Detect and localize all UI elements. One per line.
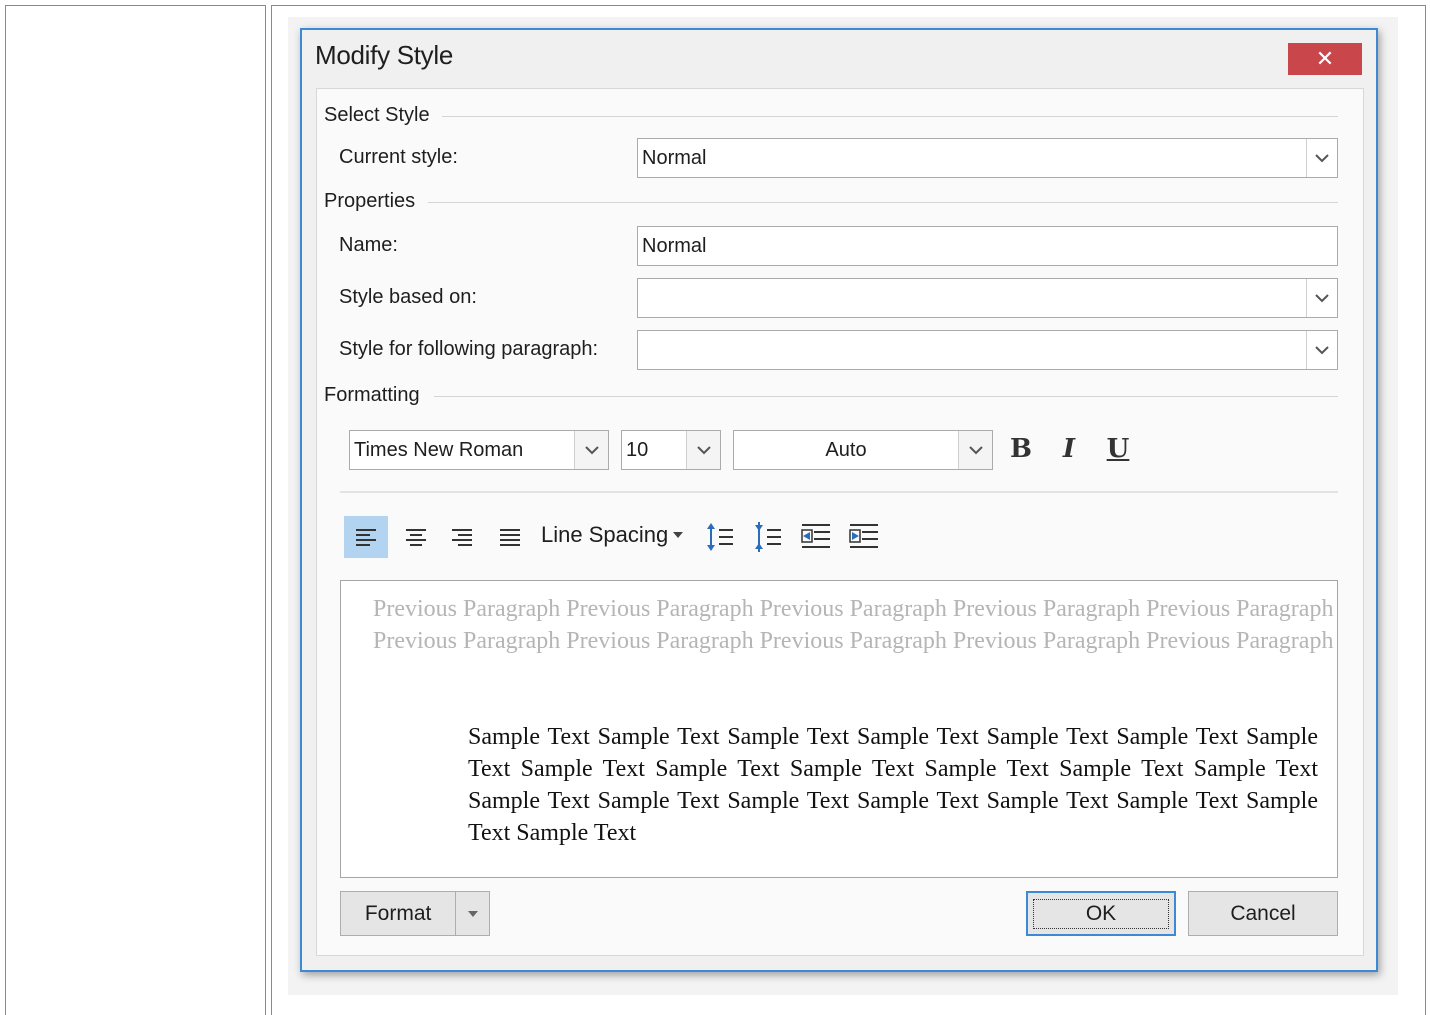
ok-button-label: OK [1032,898,1170,929]
based-on-label: Style based on: [339,286,477,308]
toolbar-separator [340,491,1338,493]
cancel-button-label: Cancel [1230,901,1296,925]
font-size-value: 10 [626,438,649,461]
caret-down-icon [673,532,684,538]
format-button[interactable]: Format [340,891,490,936]
underline-button[interactable]: U [1103,431,1133,467]
following-paragraph-label: Style for following paragraph: [339,338,599,360]
properties-group-label: Properties [324,190,416,212]
name-value: Normal [642,234,707,257]
align-right-button[interactable] [440,516,484,558]
align-center-icon [406,529,426,546]
font-size-combo[interactable]: 10 [621,430,721,470]
formatting-group-label: Formatting [324,384,420,406]
chevron-down-icon[interactable] [958,431,992,469]
chevron-down-icon[interactable] [1306,331,1337,369]
font-color-value: Auto [825,438,867,461]
decrease-paragraph-spacing-button[interactable] [746,516,790,558]
align-center-button[interactable] [394,516,438,558]
name-label: Name: [339,234,398,256]
font-color-combo[interactable]: Auto [733,430,993,470]
close-button[interactable]: ✕ [1288,43,1362,75]
following-paragraph-combo[interactable] [637,330,1338,370]
align-left-icon [356,529,376,546]
font-name-value: Times New Roman [354,438,524,461]
format-dropdown-arrow[interactable] [456,910,489,917]
sample-text-preview: Sample Text Sample Text Sample Text Samp… [468,724,1318,846]
properties-divider [428,202,1338,203]
increase-indent-icon [849,524,878,548]
justify-button[interactable] [488,516,532,558]
name-field[interactable]: Normal [637,226,1338,266]
left-panel [5,5,266,1015]
increase-paragraph-spacing-button[interactable] [698,516,742,558]
decrease-indent-button[interactable] [794,516,838,558]
dialog-title: Modify Style [315,40,454,70]
formatting-divider [434,396,1338,397]
decrease-spacing-icon [755,522,781,552]
select-style-divider [442,116,1338,117]
format-button-label: Format [341,892,457,935]
chevron-down-icon[interactable] [1306,279,1337,317]
align-right-icon [452,529,472,546]
justify-icon [500,529,520,546]
chevron-down-icon[interactable] [686,431,720,469]
line-spacing-label: Line Spacing [541,522,669,547]
increase-indent-button[interactable] [842,516,886,558]
style-preview: Previous Paragraph Previous Paragraph Pr… [340,580,1338,878]
chevron-down-icon[interactable] [1306,139,1337,177]
current-style-label: Current style: [339,146,458,168]
bold-button[interactable]: B [1006,431,1036,467]
align-left-button[interactable] [344,516,388,558]
font-name-combo[interactable]: Times New Roman [349,430,609,470]
based-on-combo[interactable] [637,278,1338,318]
select-style-group-label: Select Style [324,104,430,126]
chevron-down-icon[interactable] [574,431,608,469]
line-spacing-dropdown[interactable]: Line Spacing [541,522,684,548]
ok-button[interactable]: OK [1026,891,1176,936]
caret-down-icon [467,910,478,917]
increase-spacing-icon [707,523,733,551]
previous-paragraph-preview: Previous Paragraph Previous Paragraph Pr… [373,596,1334,654]
current-style-value: Normal [642,146,707,169]
cancel-button[interactable]: Cancel [1188,891,1338,936]
current-style-combo[interactable]: Normal [637,138,1338,178]
italic-button[interactable]: I [1054,431,1084,467]
decrease-indent-icon [801,524,830,548]
